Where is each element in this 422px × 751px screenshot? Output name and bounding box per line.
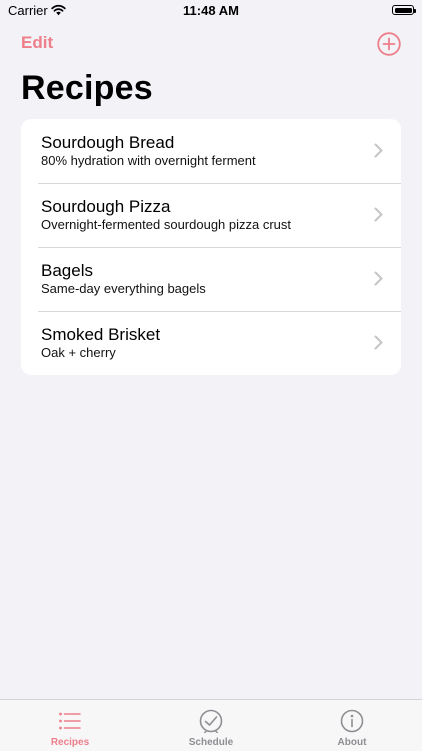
tab-about[interactable]: About xyxy=(282,700,422,751)
tab-recipes[interactable]: Recipes xyxy=(0,700,140,751)
chevron-right-icon xyxy=(374,271,383,286)
chevron-right-icon xyxy=(374,143,383,158)
recipe-name: Sourdough Pizza xyxy=(41,197,171,216)
recipe-description: 80% hydration with overnight ferment xyxy=(41,153,256,168)
clock-time: 11:48 AM xyxy=(183,3,239,18)
recipe-description: Overnight-fermented sourdough pizza crus… xyxy=(41,217,292,232)
recipe-description: Oak + cherry xyxy=(41,345,116,360)
recipe-description: Same-day everything bagels xyxy=(41,281,206,296)
tab-label: About xyxy=(337,737,367,748)
recipe-name: Sourdough Bread xyxy=(41,133,175,152)
tab-schedule[interactable]: Schedule xyxy=(141,700,281,751)
chevron-right-icon xyxy=(374,207,383,222)
recipe-name: Bagels xyxy=(41,261,93,280)
clock-icon xyxy=(199,709,223,733)
add-recipe-button[interactable] xyxy=(377,32,401,56)
tab-bar: Recipes Schedule About xyxy=(0,699,422,751)
recipe-row-smoked-brisket[interactable]: Smoked Brisket Oak + cherry xyxy=(21,311,401,375)
recipe-row-sourdough-bread[interactable]: Sourdough Bread 80% hydration with overn… xyxy=(21,119,401,183)
status-bar: Carrier 11:48 AM xyxy=(0,0,422,24)
plus-circle-icon xyxy=(377,32,401,56)
edit-button[interactable]: Edit xyxy=(21,33,53,53)
page-title: Recipes xyxy=(21,69,153,107)
tab-label: Schedule xyxy=(188,737,234,748)
recipe-row-bagels[interactable]: Bagels Same-day everything bagels xyxy=(21,247,401,311)
info-icon xyxy=(340,709,364,733)
recipe-list: Sourdough Bread 80% hydration with overn… xyxy=(21,119,401,375)
recipe-row-sourdough-pizza[interactable]: Sourdough Pizza Overnight-fermented sour… xyxy=(21,183,401,247)
recipe-name: Smoked Brisket xyxy=(41,325,161,344)
list-icon xyxy=(59,712,81,730)
battery-icon xyxy=(392,5,416,15)
tab-label: Recipes xyxy=(50,737,90,748)
chevron-right-icon xyxy=(374,335,383,350)
